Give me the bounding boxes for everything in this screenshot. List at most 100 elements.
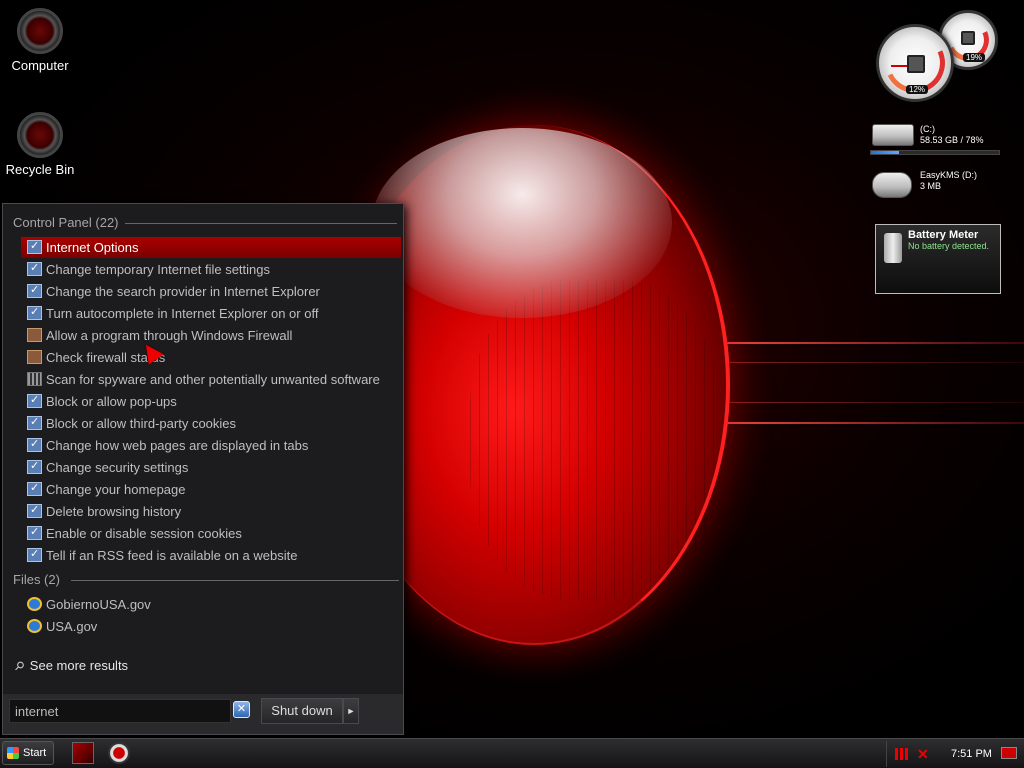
group-header-control-panel[interactable]: Control Panel (22) (13, 215, 397, 230)
recycle-bin-icon (17, 112, 63, 158)
result-item-label: Tell if an RSS feed is available on a we… (46, 548, 298, 563)
battery-meter-gadget[interactable]: Battery Meter No battery detected. (875, 224, 1001, 294)
taskbar-app-icon[interactable] (72, 742, 94, 764)
result-item-label: Internet Options (46, 240, 139, 255)
result-item-label: USA.gov (46, 619, 98, 634)
taskbar-app-icon[interactable] (108, 742, 130, 764)
shut-down-button[interactable]: Shut down (261, 698, 343, 724)
start-menu-bottom-bar: ✕ Shut down ► (3, 694, 403, 734)
result-item[interactable]: Change temporary Internet file settings (21, 259, 401, 280)
network-disconnected-icon[interactable]: ✕ (917, 746, 931, 762)
show-desktop-button[interactable] (1001, 747, 1017, 759)
result-item[interactable]: Internet Options (21, 237, 401, 258)
cpu-percent: 12% (906, 85, 929, 94)
result-item[interactable]: Change the search provider in Internet E… (21, 281, 401, 302)
result-item[interactable]: Delete browsing history (21, 501, 401, 522)
drive-name: EasyKMS (D:) (920, 170, 978, 180)
result-item-label: Change your homepage (46, 482, 186, 497)
start-menu: Control Panel (22) Internet Options Chang… (2, 203, 404, 735)
result-item-label: Enable or disable session cookies (46, 526, 242, 541)
control-panel-icon (27, 437, 42, 452)
firewall-icon (27, 350, 42, 364)
cpu-gauge-gadget[interactable]: 12% (876, 24, 954, 102)
firewall-icon (27, 328, 42, 342)
computer-icon (17, 8, 63, 54)
control-panel-icon (27, 547, 42, 562)
drive-info: 58.53 GB / 78% (920, 135, 984, 145)
result-item[interactable]: Block or allow third-party cookies (21, 413, 401, 434)
drive-usage-fill (871, 151, 900, 154)
wallpaper-streak (720, 402, 1024, 403)
wallpaper-orb-highlight (372, 128, 672, 318)
drive-gadget-c[interactable]: (C:) 58.53 GB / 78% (870, 124, 1000, 158)
defender-icon (27, 372, 42, 386)
control-panel-icon (27, 283, 42, 298)
magnifier-icon: ⚲ (11, 657, 28, 675)
result-item[interactable]: Change how web pages are displayed in ta… (21, 435, 401, 456)
wallpaper-streak (720, 422, 1024, 424)
result-item-label: Change temporary Internet file settings (46, 262, 271, 277)
system-tray: ✕ 7:51 PM (886, 741, 1024, 767)
clear-search-icon[interactable]: ✕ (233, 701, 250, 718)
result-item-label: Change how web pages are displayed in ta… (46, 438, 309, 453)
result-item[interactable]: Block or allow pop-ups (21, 391, 401, 412)
result-item[interactable]: Check firewall status (21, 347, 401, 368)
wallpaper-streak (720, 362, 1024, 363)
hard-drive-icon (872, 124, 914, 146)
control-panel-icon (27, 261, 42, 276)
desktop-icon-recycle-bin[interactable]: Recycle Bin (0, 112, 80, 177)
control-panel-icon (27, 393, 42, 408)
taskbar: Start ✕ 7:51 PM (0, 738, 1024, 768)
result-item-label: Change the search provider in Internet E… (46, 284, 320, 299)
result-item-label: Allow a program through Windows Firewall (46, 328, 293, 343)
see-more-label: See more results (29, 658, 129, 673)
desktop-icon-computer[interactable]: Computer (0, 8, 80, 73)
result-item[interactable]: Scan for spyware and other potentially u… (21, 369, 401, 390)
wallpaper-streak (720, 342, 1024, 344)
internet-explorer-icon (27, 619, 42, 633)
battery-icon (884, 233, 902, 263)
result-item[interactable]: GobiernoUSA.gov (21, 594, 401, 615)
desktop-icon-label: Computer (11, 58, 69, 73)
control-panel-icon (27, 503, 42, 518)
result-item[interactable]: Change security settings (21, 457, 401, 478)
group-header-label: Control Panel (22) (13, 215, 119, 230)
signal-strength-icon[interactable] (895, 748, 911, 760)
search-results: Control Panel (22) Internet Options Chang… (3, 204, 403, 694)
group-divider (125, 223, 397, 224)
control-panel-icon (27, 525, 42, 540)
clock[interactable]: 7:51 PM (951, 748, 992, 760)
control-panel-icon (27, 415, 42, 430)
control-panel-icon (27, 239, 42, 254)
control-panel-icon (27, 459, 42, 474)
drive-info: 3 MB (920, 181, 942, 191)
start-button[interactable]: Start (2, 741, 54, 765)
battery-status: No battery detected. (908, 241, 990, 251)
result-item[interactable]: Allow a program through Windows Firewall (21, 325, 401, 346)
memory-chip-icon (961, 31, 975, 45)
internet-explorer-icon (27, 597, 42, 611)
desktop-icon-label: Recycle Bin (5, 162, 75, 177)
battery-title: Battery Meter (908, 229, 979, 241)
result-item-label: Delete browsing history (46, 504, 182, 519)
result-item[interactable]: Turn autocomplete in Internet Explorer o… (21, 303, 401, 324)
control-panel-icon (27, 481, 42, 496)
see-more-results-link[interactable]: ⚲ See more results (11, 658, 129, 674)
start-search-input[interactable] (9, 699, 231, 723)
drive-name: (C:) (920, 124, 935, 134)
result-item[interactable]: USA.gov (21, 616, 401, 637)
result-item[interactable]: Change your homepage (21, 479, 401, 500)
drive-usage-bar (870, 150, 1000, 155)
result-item-label: GobiernoUSA.gov (46, 597, 151, 612)
control-panel-icon (27, 305, 42, 320)
group-divider (71, 580, 399, 581)
result-item-label: Block or allow third-party cookies (46, 416, 237, 431)
start-button-label: Start (23, 747, 47, 759)
result-item[interactable]: Enable or disable session cookies (21, 523, 401, 544)
optical-drive-icon (872, 172, 912, 198)
result-item[interactable]: Tell if an RSS feed is available on a we… (21, 545, 401, 566)
result-item-label: Turn autocomplete in Internet Explorer o… (46, 306, 319, 321)
group-header-files[interactable]: Files (2) (13, 572, 399, 587)
shut-down-options-arrow-icon[interactable]: ► (343, 698, 359, 724)
drive-gadget-d[interactable]: EasyKMS (D:) 3 MB (870, 170, 1000, 200)
